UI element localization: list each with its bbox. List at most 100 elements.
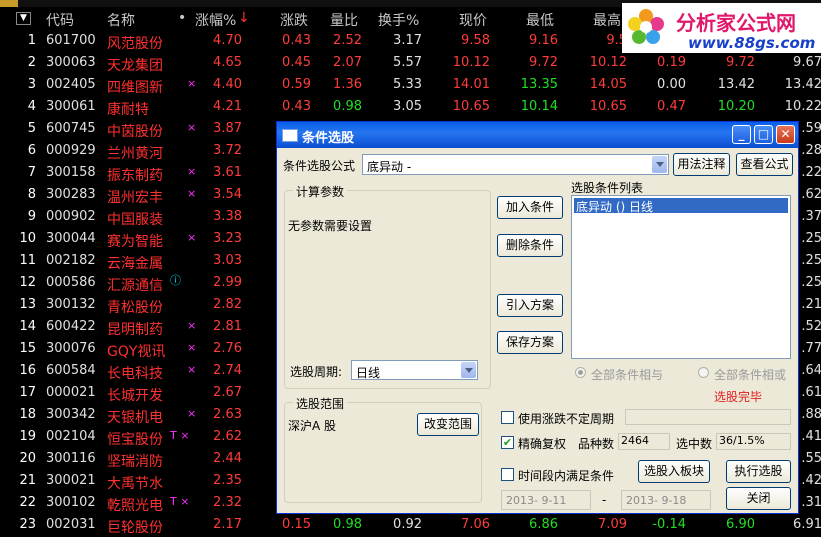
or-radio[interactable] [698, 367, 709, 378]
minimize-button[interactable]: _ [732, 125, 751, 144]
cell-code: 002104 [46, 429, 96, 444]
dialog-title-bar[interactable]: 条件选股 _ □ ✕ [277, 122, 798, 148]
interval-checkbox[interactable] [501, 468, 514, 481]
status-text: 选股完毕 [714, 390, 763, 404]
cell-vol: 0.98 [333, 99, 362, 114]
col-low[interactable]: 最低 [526, 10, 554, 30]
cell-x1: 0.00 [657, 77, 686, 92]
cell-code: 002405 [46, 77, 96, 92]
period-select[interactable]: 日线 [351, 360, 478, 380]
run-selection-button[interactable]: 执行选股 [726, 460, 791, 483]
range-value: 深沪A 股 [288, 419, 337, 433]
table-row[interactable]: 3 002405 四维图新 × 4.40 0.59 1.36 5.33 14.01 13.35 14… [0, 74, 821, 96]
cell-pct: 2.81 [213, 319, 242, 334]
params-group-label: 计算参数 [293, 183, 348, 200]
cell-high: 7.09 [598, 517, 627, 532]
import-plan-button[interactable]: 引入方案 [497, 294, 563, 317]
view-formula-button[interactable]: 查看公式 [736, 153, 793, 176]
col-price[interactable]: 现价 [459, 10, 487, 30]
to-block-button[interactable]: 选股入板块 [638, 460, 710, 483]
cell-name: 云海金属 [107, 256, 163, 272]
col-code[interactable]: 代码 [46, 10, 74, 30]
and-radio[interactable] [575, 367, 586, 378]
cell-pct: 3.23 [213, 231, 242, 246]
close-button[interactable]: 关闭 [726, 487, 791, 510]
cell-pct: 3.61 [213, 165, 242, 180]
chevron-down-icon[interactable] [461, 362, 476, 378]
col-chg[interactable]: 涨跌 [280, 10, 308, 30]
cell-name: 坚瑞消防 [107, 454, 163, 470]
cell-turn: 0.92 [393, 517, 422, 532]
col-turn[interactable]: 换手% [378, 10, 419, 30]
cell-no: 14 [19, 319, 36, 334]
col-high[interactable]: 最高 [593, 10, 621, 30]
cell-code: 002182 [46, 253, 96, 268]
list-item[interactable]: 底异动 () 日线 [574, 198, 788, 214]
cell-turn: 5.57 [393, 55, 422, 70]
col-mark[interactable]: • [178, 10, 186, 26]
cell-x3: 13.42 [784, 77, 821, 92]
cell-vol: 2.07 [333, 55, 362, 70]
sort-menu-icon[interactable]: ▼ [16, 12, 31, 25]
col-pct[interactable]: 涨幅% [195, 10, 236, 30]
cell-name: 中国服装 [107, 212, 163, 228]
cell-name: 长城开发 [107, 388, 163, 404]
cell-no: 8 [27, 187, 36, 202]
cell-pct: 3.87 [213, 121, 242, 136]
cell-turn: 3.17 [393, 33, 422, 48]
cell-name: 恒宝股份 [107, 432, 163, 448]
col-name[interactable]: 名称 [107, 10, 135, 30]
table-row[interactable]: 4 300061 康耐特 4.21 0.43 0.98 3.05 10.65 10.14 10.6… [0, 96, 821, 118]
cell-code: 300063 [46, 55, 96, 70]
cell-name: 风范股份 [107, 36, 163, 52]
cell-price: 14.01 [452, 77, 490, 92]
count-label: 品种数 [578, 437, 615, 451]
hit-value: 36/1.5% [716, 433, 791, 450]
cell-no: 3 [27, 77, 36, 92]
cell-x3: 6.91 [793, 517, 821, 532]
cell-code: 300044 [46, 231, 96, 246]
cell-name: 四维图新 [107, 80, 163, 96]
table-row[interactable]: 2 300063 天龙集团 4.65 0.45 2.07 5.57 10.12 9.72 10.1… [0, 52, 821, 74]
cell-code: 000929 [46, 143, 96, 158]
usage-notes-button[interactable]: 用法注释 [673, 153, 730, 176]
cell-x2: 13.42 [717, 77, 755, 92]
cell-no: 20 [19, 451, 36, 466]
indeterminate-period-field [625, 409, 791, 425]
exact-adjust-checkbox[interactable]: ✔ [501, 436, 514, 449]
cell-name: 康耐特 [107, 102, 149, 118]
cell-no: 16 [19, 363, 36, 378]
cell-pct: 2.76 [213, 341, 242, 356]
indeterminate-period-checkbox[interactable] [501, 411, 514, 424]
condition-list[interactable]: 底异动 () 日线 [571, 195, 791, 359]
formula-select[interactable]: 底异动 - [362, 154, 669, 175]
delete-condition-button[interactable]: 删除条件 [497, 234, 563, 257]
add-condition-button[interactable]: 加入条件 [497, 196, 563, 219]
cell-vol: 2.52 [333, 33, 362, 48]
table-row[interactable]: 23 002031 巨轮股份 2.17 0.15 0.98 0.92 7.06 6.86 7.09… [0, 514, 821, 536]
cell-code: 002031 [46, 517, 96, 532]
cell-mark: × [187, 77, 197, 90]
watermark-url: www.88gs.com [688, 34, 816, 52]
cell-code: 000586 [46, 275, 96, 290]
condition-list-title: 选股条件列表 [571, 181, 644, 195]
cell-x3: 10.22 [784, 99, 821, 114]
chevron-down-icon[interactable] [652, 156, 667, 173]
close-window-button[interactable]: ✕ [776, 125, 795, 144]
cell-name: 中茵股份 [107, 124, 163, 140]
params-group: 计算参数 无参数需要设置 选股周期: 日线 [284, 183, 491, 389]
save-plan-button[interactable]: 保存方案 [497, 331, 563, 354]
formula-label: 条件选股公式 [283, 159, 356, 173]
or-radio-label: 全部条件相或 [714, 368, 787, 382]
cell-no: 4 [27, 99, 36, 114]
cell-code: 300102 [46, 495, 96, 510]
change-range-button[interactable]: 改变范围 [417, 413, 479, 436]
col-vol[interactable]: 量比 [330, 10, 358, 30]
cell-x2: 9.72 [726, 55, 755, 70]
cell-pct: 2.35 [213, 473, 242, 488]
cell-mark: × [187, 231, 197, 244]
maximize-button[interactable]: □ [754, 125, 773, 144]
watermark: 分析家公式网 www.88gs.com [622, 3, 821, 53]
cell-no: 23 [19, 517, 36, 532]
cell-name: 大禹节水 [107, 476, 163, 492]
